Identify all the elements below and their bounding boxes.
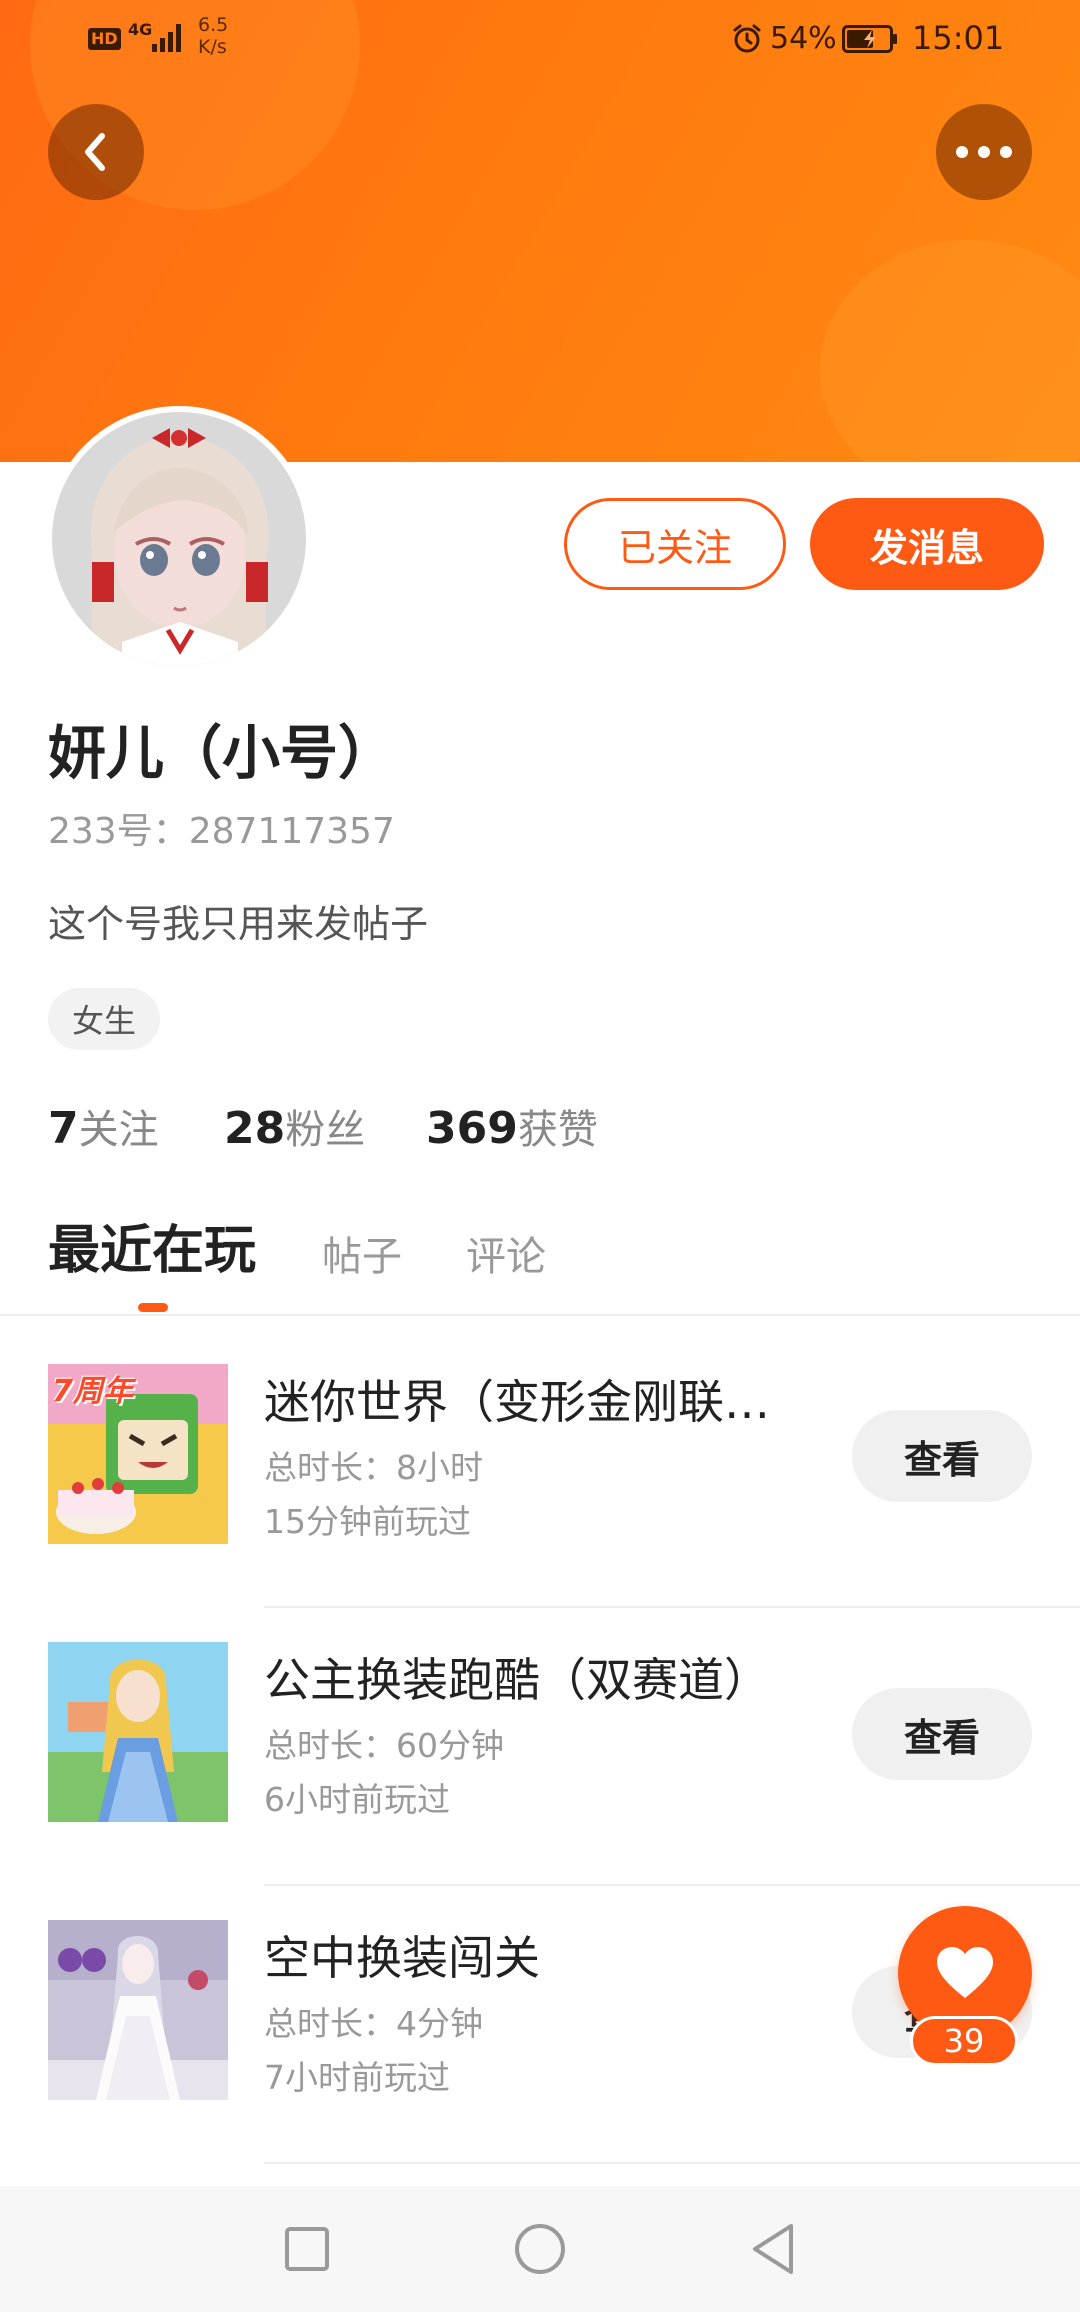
network-speed-unit: K/s bbox=[198, 36, 227, 58]
game-title: 迷你世界（变形金刚联… bbox=[264, 1375, 770, 1429]
likes-label: 获赞 bbox=[517, 1107, 598, 1153]
send-message-button[interactable]: 发消息 bbox=[810, 498, 1044, 590]
game-last-played: 7小时前玩过 bbox=[264, 2058, 450, 2097]
status-bar: HD 4G 6.5 K/s 54% 15:01 bbox=[0, 0, 1080, 80]
fans-label: 粉丝 bbox=[285, 1107, 366, 1153]
following-stat[interactable]: 7关注 bbox=[48, 1098, 159, 1169]
back-triangle-icon bbox=[753, 2224, 793, 2274]
status-clock: 15:01 bbox=[912, 19, 1005, 57]
home-button[interactable] bbox=[503, 2212, 577, 2286]
network-speed-value: 6.5 bbox=[198, 14, 229, 36]
following-label: 关注 bbox=[78, 1107, 159, 1153]
back-button[interactable] bbox=[48, 104, 144, 200]
recent-apps-icon bbox=[285, 2227, 329, 2271]
network-speed: 6.5 K/s bbox=[198, 14, 228, 58]
more-dots-icon bbox=[956, 146, 1012, 158]
view-game-button[interactable]: 查看 bbox=[852, 1688, 1032, 1780]
more-options-button[interactable] bbox=[936, 104, 1032, 200]
likes-stat: 369获赞 bbox=[426, 1098, 598, 1169]
profile-name: 妍儿（小号） bbox=[48, 719, 397, 787]
likes-count: 369 bbox=[426, 1103, 518, 1154]
profile-header-banner: HD 4G 6.5 K/s 54% 15:01 bbox=[0, 0, 1080, 462]
avatar[interactable] bbox=[52, 412, 306, 666]
profile-bio: 这个号我只用来发帖子 bbox=[48, 902, 429, 946]
following-button[interactable]: 已关注 bbox=[564, 498, 786, 590]
recent-apps-button[interactable] bbox=[270, 2212, 344, 2286]
profile-id: 233号：287117357 bbox=[48, 811, 395, 852]
game-last-played: 15分钟前玩过 bbox=[264, 1502, 471, 1541]
profile-screen: HD 4G 6.5 K/s 54% 15:01 已关注 发消息 妍儿（小号） 2… bbox=[0, 0, 1080, 2312]
gender-tag: 女生 bbox=[48, 988, 161, 1050]
game-thumbnail bbox=[48, 1642, 228, 1822]
hd-badge: HD bbox=[88, 28, 121, 50]
network-type-label: 4G bbox=[128, 20, 153, 39]
fans-count: 28 bbox=[224, 1103, 286, 1154]
tab-comments[interactable]: 评论 bbox=[466, 1222, 546, 1292]
view-game-button[interactable]: 查看 bbox=[852, 1410, 1032, 1502]
tab-recently-played[interactable]: 最近在玩 bbox=[48, 1216, 256, 1286]
system-back-button[interactable] bbox=[736, 2212, 810, 2286]
game-list-item[interactable]: 公主换装跑酷（双赛道） 总时长：60分钟 6小时前玩过 查看 bbox=[0, 1608, 1080, 1886]
row-divider bbox=[264, 2162, 1080, 2164]
battery-percent: 54% bbox=[770, 21, 837, 56]
alarm-icon bbox=[733, 24, 761, 53]
game-thumbnail-image bbox=[48, 1920, 228, 2100]
game-last-played: 6小时前玩过 bbox=[264, 1780, 450, 1819]
tab-posts[interactable]: 帖子 bbox=[322, 1222, 402, 1292]
game-thumbnail bbox=[48, 1920, 228, 2100]
game-thumbnail: 7周年 bbox=[48, 1364, 228, 1544]
signal-icon bbox=[152, 22, 186, 52]
following-count: 7 bbox=[48, 1103, 79, 1154]
game-duration: 总时长：60分钟 bbox=[264, 1726, 504, 1765]
game-title: 公主换装跑酷（双赛道） bbox=[264, 1653, 770, 1707]
game-list-item[interactable]: 7周年 迷你世界（变形金刚联… 总时长：8小时 15分钟前玩过 查看 bbox=[0, 1330, 1080, 1608]
chevron-left-icon bbox=[85, 133, 105, 171]
game-duration: 总时长：4分钟 bbox=[264, 2004, 483, 2043]
fans-stat[interactable]: 28粉丝 bbox=[224, 1098, 365, 1169]
like-count-badge: 39 bbox=[910, 2016, 1018, 2066]
game-duration: 总时长：8小时 bbox=[264, 1448, 483, 1487]
banner-decoration bbox=[820, 240, 1080, 462]
system-nav-bar bbox=[0, 2186, 1080, 2312]
avatar-image bbox=[52, 412, 306, 666]
heart-icon bbox=[937, 1947, 993, 1998]
tab-divider bbox=[0, 1314, 1080, 1316]
game-thumbnail-image bbox=[48, 1642, 228, 1822]
home-icon bbox=[515, 2224, 565, 2274]
game-thumbnail-badge: 7周年 bbox=[52, 1374, 133, 1409]
tab-active-indicator bbox=[138, 1303, 168, 1312]
game-title: 空中换装闯关 bbox=[264, 1931, 540, 1985]
battery-charging-icon bbox=[842, 25, 897, 53]
